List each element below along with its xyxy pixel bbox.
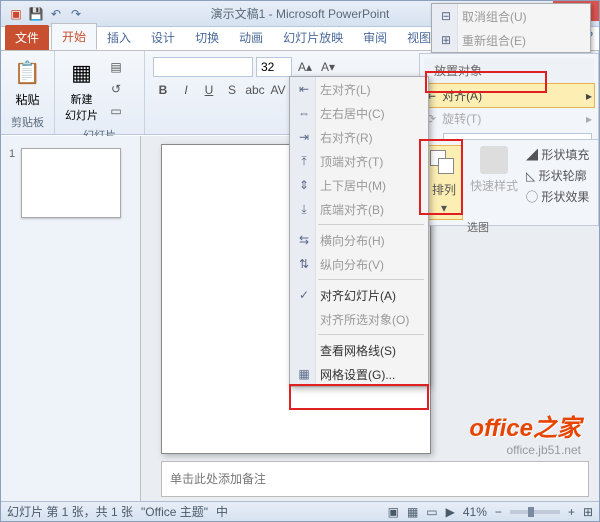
align-right[interactable]: ⇥右对齐(R) [290, 125, 428, 149]
thumbnail-image [21, 148, 121, 218]
align-middle[interactable]: ⇕上下居中(M) [290, 173, 428, 197]
align-top[interactable]: ⤒顶端对齐(T) [290, 149, 428, 173]
status-bar: 幻灯片 第 1 张，共 1 张 "Office 主题" 中 ▣ ▦ ▭ ▶ 41… [1, 501, 599, 521]
view-reading-icon[interactable]: ▭ [426, 505, 437, 519]
quick-access-toolbar: ▣ 💾 ↶ ↷ [1, 5, 91, 23]
align-submenu: ⇤左对齐(L) ⇔左右居中(C) ⇥右对齐(R) ⤒顶端对齐(T) ⇕上下居中(… [289, 76, 429, 387]
status-zoom: 41% [463, 505, 487, 519]
paste-icon: 📋 [12, 57, 44, 89]
status-theme: "Office 主题" [141, 503, 208, 520]
shape-fill[interactable]: ◢ 形状填充 [526, 146, 589, 163]
save-icon[interactable]: 💾 [27, 5, 45, 23]
view-gridlines[interactable]: 查看网格线(S) [290, 338, 428, 362]
strike-icon[interactable]: S [222, 80, 242, 100]
tab-transitions[interactable]: 切换 [185, 25, 229, 50]
shape-outline[interactable]: ◺ 形状轮廓 [526, 167, 589, 184]
group-slides: ▦ 新建 幻灯片 ▤ ↺ ▭ 幻灯片 [55, 51, 145, 134]
quickstyle-button[interactable]: 快速样式 [470, 146, 518, 219]
tab-insert[interactable]: 插入 [97, 25, 141, 50]
app-icon: ▣ [7, 5, 25, 23]
redo-icon[interactable]: ↷ [67, 5, 85, 23]
bold-icon[interactable]: B [153, 80, 173, 100]
paste-button[interactable]: 📋 粘贴 [7, 55, 48, 110]
arrange-icon [430, 150, 458, 178]
underline-icon[interactable]: U [199, 80, 219, 100]
distribute-h[interactable]: ⇆横向分布(H) [290, 228, 428, 252]
grid-settings[interactable]: ▦网格设置(G)... [290, 362, 428, 386]
section-icon[interactable]: ▭ [106, 101, 126, 121]
view-normal-icon[interactable]: ▣ [388, 505, 399, 519]
font-size-select[interactable]: 32 [256, 57, 292, 77]
align-menu-trigger[interactable]: ⇤对齐(A)▸ [424, 84, 594, 107]
spacing-icon[interactable]: AV [268, 80, 288, 100]
shape-effects[interactable]: ◯ 形状效果 [526, 188, 589, 205]
distribute-v[interactable]: ⇅纵向分布(V) [290, 252, 428, 276]
reset-icon[interactable]: ↺ [106, 79, 126, 99]
status-lang: 中 [216, 503, 228, 520]
tab-animations[interactable]: 动画 [229, 25, 273, 50]
notes-pane[interactable]: 单击此处添加备注 [161, 461, 589, 497]
thumbnail-1[interactable]: 1 [9, 148, 132, 218]
font-family-select[interactable] [153, 57, 253, 77]
layout-icon[interactable]: ▤ [106, 57, 126, 77]
group-clipboard: 📋 粘贴 剪贴板 [1, 51, 55, 134]
tab-file[interactable]: 文件 [5, 25, 49, 50]
new-slide-icon: ▦ [66, 57, 98, 89]
menu-regroup[interactable]: ⊞重新组合(E) [432, 28, 590, 52]
tab-home[interactable]: 开始 [51, 23, 97, 50]
fit-icon[interactable]: ⊞ [583, 505, 593, 519]
tab-slideshow[interactable]: 幻灯片放映 [273, 25, 353, 50]
zoom-in-icon[interactable]: + [568, 505, 575, 519]
shadow-icon[interactable]: abc [245, 80, 265, 100]
slide-thumbnails: 1 [1, 136, 141, 501]
arrange-button[interactable]: 排列▾ [426, 146, 462, 219]
view-show-icon[interactable]: ▶ [446, 505, 455, 519]
zoom-slider[interactable] [510, 510, 560, 514]
view-sorter-icon[interactable]: ▦ [407, 505, 418, 519]
drawing-label: 选图 [467, 219, 489, 235]
rotate-menu-trigger[interactable]: ⟳旋转(T)▸ [424, 107, 594, 130]
grow-font-icon[interactable]: A▴ [295, 57, 315, 77]
align-left[interactable]: ⇤左对齐(L) [290, 77, 428, 101]
new-slide-button[interactable]: ▦ 新建 幻灯片 [61, 55, 102, 125]
align-to-slide[interactable]: ✓对齐幻灯片(A) [290, 283, 428, 307]
align-to-selection[interactable]: 对齐所选对象(O) [290, 307, 428, 331]
quickstyle-icon [480, 146, 508, 174]
window-title: 演示文稿1 - Microsoft PowerPoint [211, 5, 390, 22]
italic-icon[interactable]: I [176, 80, 196, 100]
drawing-panel: 排列▾ 快速样式 ◢ 形状填充 ◺ 形状轮廓 ◯ 形状效果 [419, 139, 599, 226]
group-context-menu: ⊟取消组合(U) ⊞重新组合(E) [431, 3, 591, 53]
shrink-font-icon[interactable]: A▾ [318, 57, 338, 77]
zoom-out-icon[interactable]: − [495, 505, 502, 519]
align-center[interactable]: ⇔左右居中(C) [290, 101, 428, 125]
align-bottom[interactable]: ⤓底端对齐(B) [290, 197, 428, 221]
undo-icon[interactable]: ↶ [47, 5, 65, 23]
placement-header: 放置对象 [424, 58, 594, 84]
status-slide: 幻灯片 第 1 张，共 1 张 [7, 503, 133, 520]
menu-ungroup[interactable]: ⊟取消组合(U) [432, 4, 590, 28]
tab-review[interactable]: 审阅 [353, 25, 397, 50]
tab-design[interactable]: 设计 [141, 25, 185, 50]
